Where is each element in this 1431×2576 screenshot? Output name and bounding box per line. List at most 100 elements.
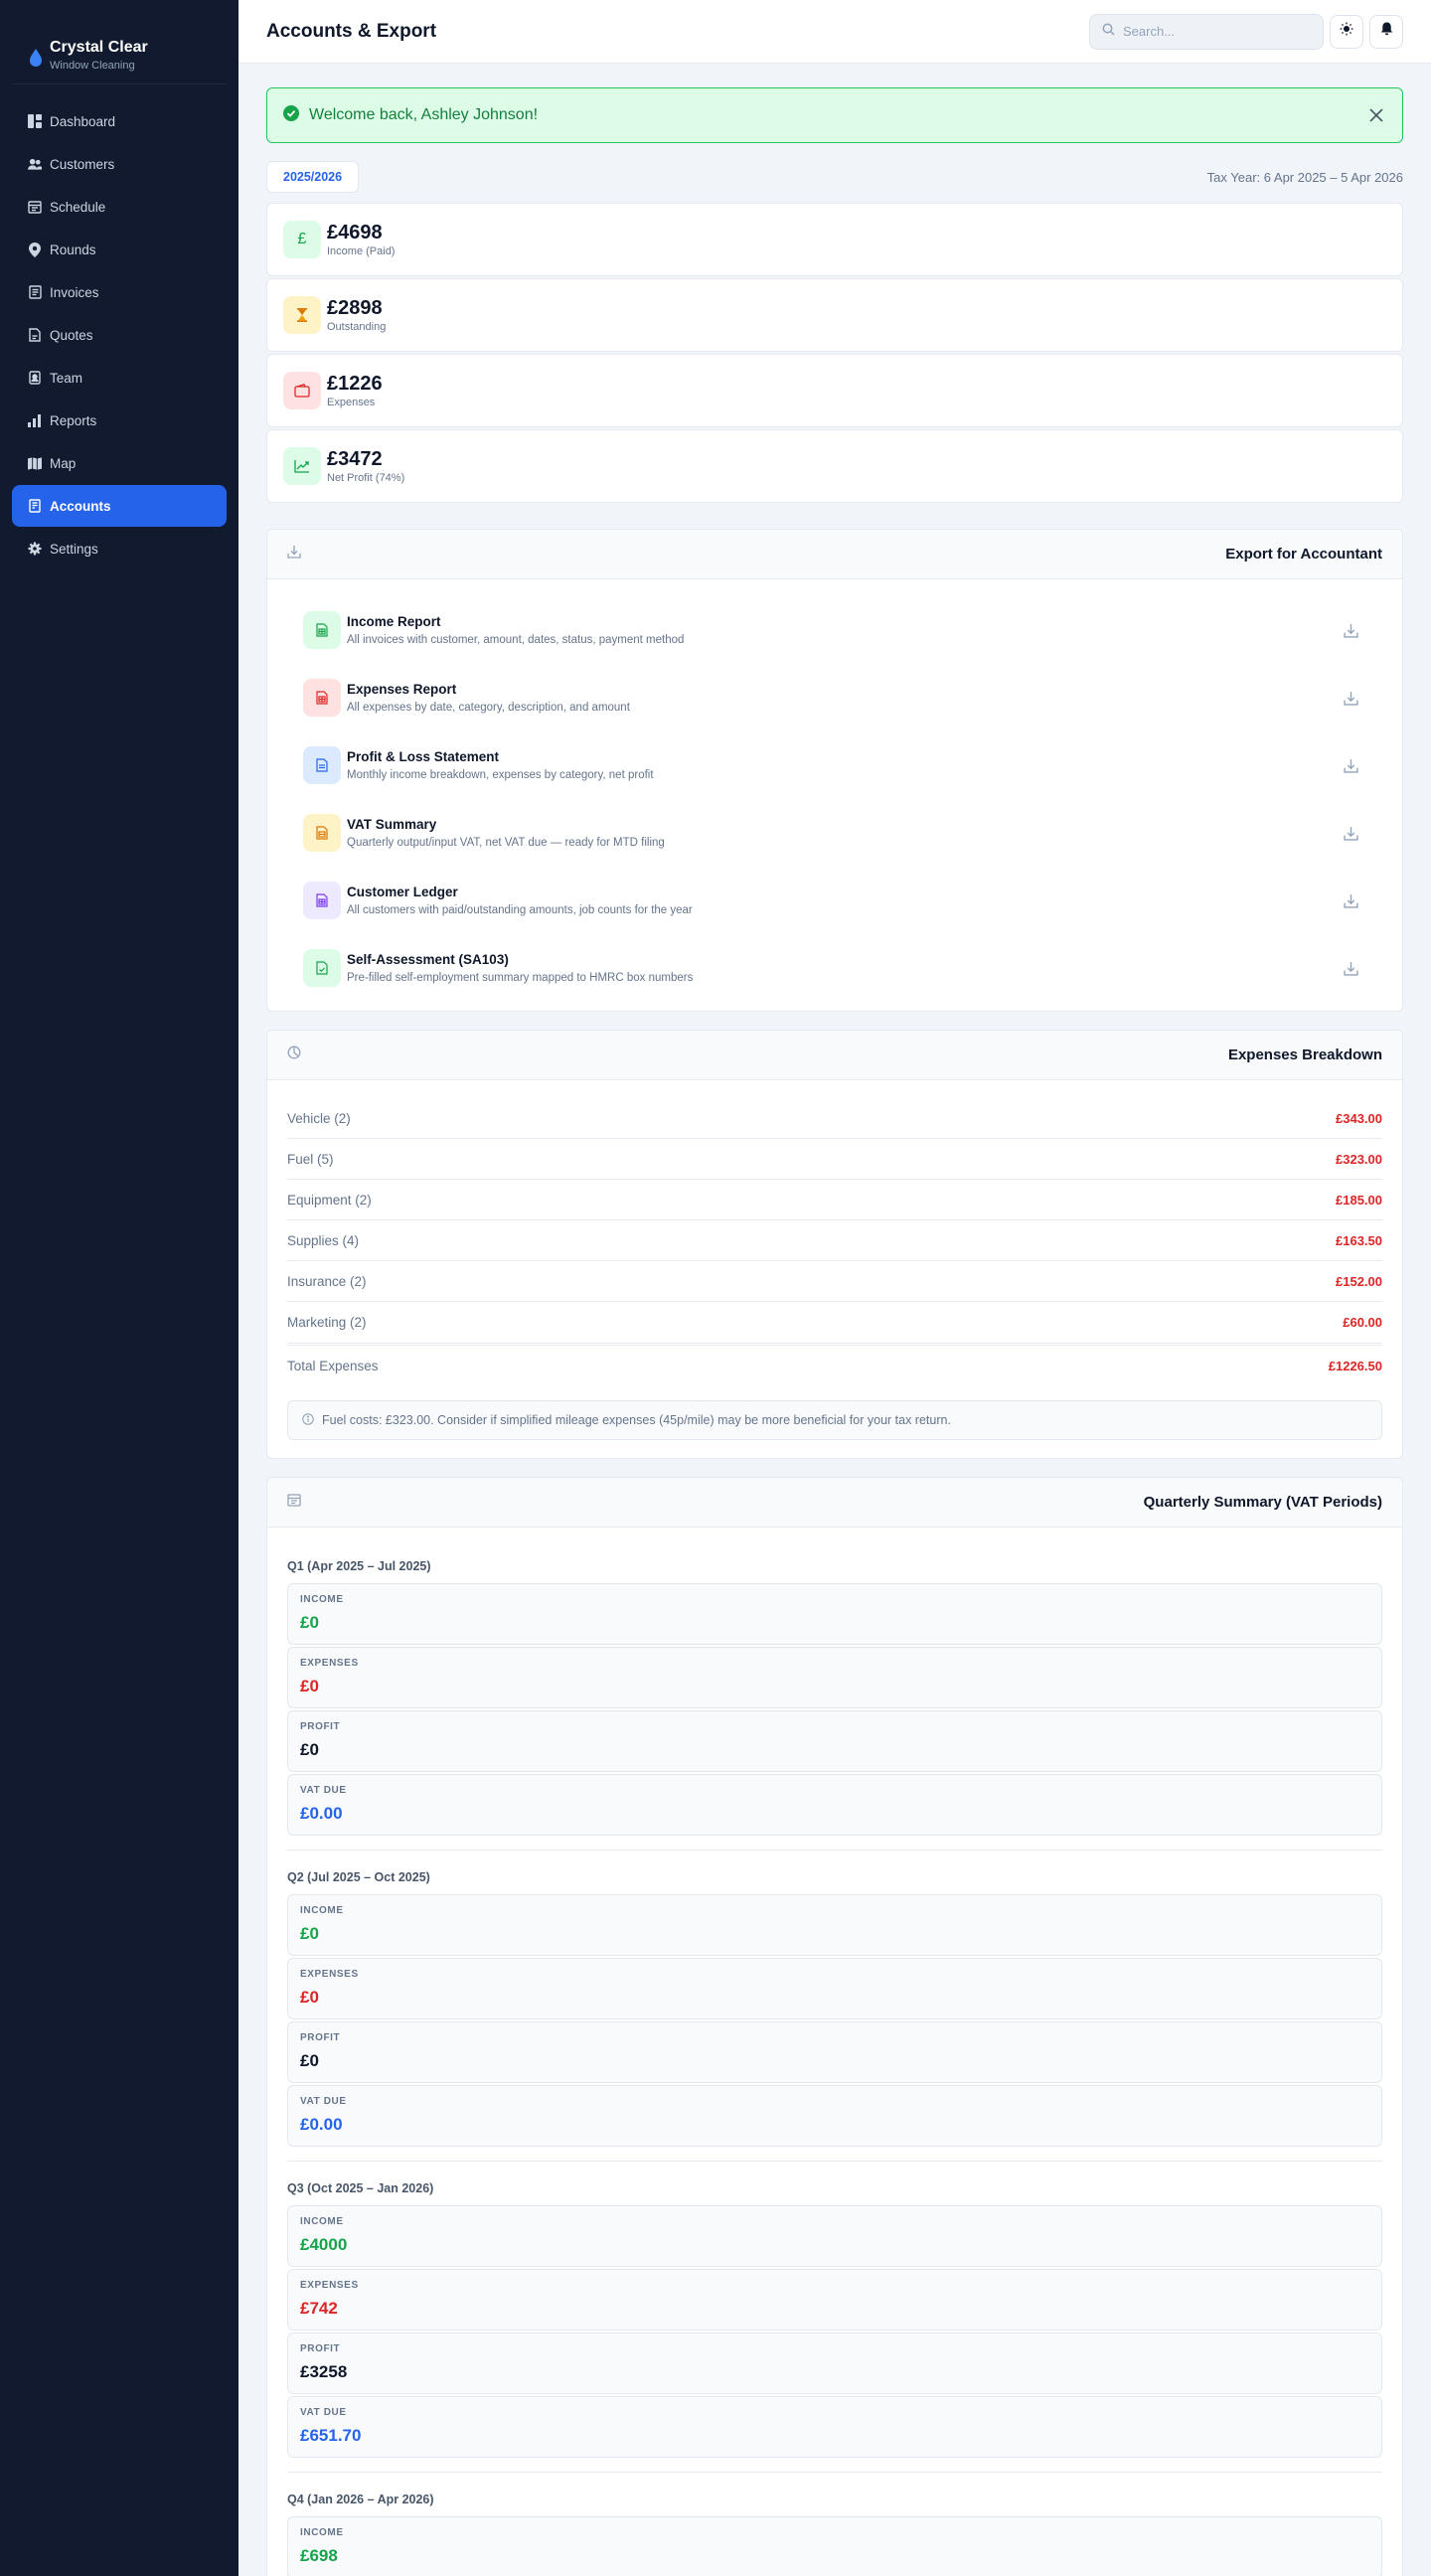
download-icon[interactable] [1339, 956, 1362, 980]
download-icon[interactable] [1339, 618, 1362, 642]
tab-year-2025-2026[interactable]: 2025/2026 [266, 161, 360, 193]
notifications-button[interactable] [1369, 14, 1403, 49]
expenses-label: EXPENSES [300, 2280, 359, 2291]
bar-chart-icon [28, 413, 42, 427]
map-pin-icon [28, 242, 42, 257]
export-item-title: VAT Summary [347, 817, 437, 832]
main-content: Welcome back, Ashley Johnson! 2025/2026 … [266, 87, 1403, 2576]
export-item-self-assessment[interactable]: Self-Assessment (SA103) Pre-filled self-… [303, 937, 1366, 1005]
stat-label: Income (Paid) [327, 245, 396, 257]
sidebar: Crystal Clear Window Cleaning Dashboard … [0, 0, 238, 2576]
sidebar-item-label: Quotes [50, 327, 93, 343]
export-item-desc: Quarterly output/input VAT, net VAT due … [347, 837, 665, 849]
download-icon[interactable] [1339, 821, 1362, 845]
expense-row: Fuel (5) £323.00 [287, 1139, 1382, 1180]
expenses-total-amount: £1226.50 [1328, 1359, 1382, 1373]
expense-amount: £343.00 [1336, 1110, 1382, 1126]
ledger-file-icon [303, 882, 341, 919]
vat-label: VAT DUE [300, 1785, 347, 1796]
search-input[interactable] [1123, 24, 1302, 39]
export-item-vat-summary[interactable]: VAT Summary Quarterly output/input VAT, … [303, 802, 1366, 870]
sidebar-item-dashboard[interactable]: Dashboard [12, 100, 227, 142]
expenses-card: Expenses Breakdown Vehicle (2) £343.00 Fu… [266, 1030, 1403, 1459]
quarter-section-q2: Q2 (Jul 2025 – Oct 2025) INCOME £0 EXPENS… [287, 1851, 1382, 2162]
spreadsheet-file-icon [303, 611, 341, 649]
expense-category: Vehicle (2) [287, 1110, 351, 1126]
export-item-customer-ledger[interactable]: Customer Ledger All customers with paid/… [303, 870, 1366, 937]
quarterly-card: Quarterly Summary (VAT Periods) Q1 (Apr … [266, 1477, 1403, 2576]
quarter-expenses-box: EXPENSES £0 [287, 1958, 1382, 2019]
quarter-title: Q2 (Jul 2025 – Oct 2025) [287, 1870, 430, 1884]
sidebar-item-quotes[interactable]: Quotes [12, 314, 227, 356]
quarter-vat-box: VAT DUE £651.70 [287, 2396, 1382, 2458]
tax-year-row: 2025/2026 Tax Year: 6 Apr 2025 – 5 Apr 2… [266, 161, 1403, 193]
profit-value: £3258 [300, 2362, 348, 2381]
expense-row: Marketing (2) £60.00 [287, 1302, 1382, 1343]
sidebar-item-label: Accounts [50, 498, 111, 514]
trend-up-icon [283, 447, 321, 485]
header-actions [1089, 13, 1403, 50]
income-label: INCOME [300, 1905, 344, 1916]
quarter-section-q3: Q3 (Oct 2025 – Jan 2026) INCOME £4000 EXP… [287, 2162, 1382, 2473]
expense-category: Fuel (5) [287, 1151, 334, 1167]
export-item-title: Income Report [347, 614, 441, 629]
download-icon[interactable] [1339, 753, 1362, 777]
stat-label: Net Profit (74%) [327, 472, 405, 484]
quarter-expenses-box: EXPENSES £0 [287, 1647, 1382, 1708]
quarter-income-box: INCOME £0 [287, 1583, 1382, 1645]
quarterly-title: Quarterly Summary (VAT Periods) [1143, 1494, 1382, 1511]
stat-value: £4698 [327, 222, 383, 243]
expense-category: Supplies (4) [287, 1232, 360, 1248]
vat-value: £0.00 [300, 2115, 343, 2134]
bell-icon [1380, 22, 1393, 41]
card-header: Export for Accountant [267, 530, 1402, 579]
sidebar-item-invoices[interactable]: Invoices [12, 271, 227, 313]
search-box[interactable] [1089, 13, 1324, 50]
export-item-expenses-report[interactable]: Expenses Report All expenses by date, ca… [303, 667, 1366, 734]
export-item-desc: All invoices with customer, amount, date… [347, 634, 685, 646]
income-label: INCOME [300, 1594, 344, 1605]
quarter-expenses-box: EXPENSES £742 [287, 2269, 1382, 2331]
export-item-desc: Pre-filled self-employment summary mappe… [347, 972, 694, 984]
brand[interactable]: Crystal Clear Window Cleaning [0, 0, 238, 83]
sidebar-item-rounds[interactable]: Rounds [12, 229, 227, 270]
export-item-profit-loss[interactable]: Profit & Loss Statement Monthly income b… [303, 734, 1366, 802]
export-item-title: Expenses Report [347, 682, 457, 697]
quarter-profit-box: PROFIT £0 [287, 1710, 1382, 1772]
download-icon[interactable] [1339, 686, 1362, 710]
expense-row: Supplies (4) £163.50 [287, 1220, 1382, 1261]
quarter-vat-box: VAT DUE £0.00 [287, 2085, 1382, 2147]
alert-message: Welcome back, Ashley Johnson! [309, 106, 539, 123]
income-value: £698 [300, 2546, 338, 2565]
quarter-profit-box: PROFIT £0 [287, 2021, 1382, 2083]
download-icon[interactable] [1339, 888, 1362, 912]
expenses-value: £0 [300, 1677, 319, 1695]
quarter-vat-box: VAT DUE £0.00 [287, 1774, 1382, 1836]
close-icon[interactable] [1366, 105, 1386, 125]
sidebar-item-customers[interactable]: Customers [12, 143, 227, 185]
sidebar-item-team[interactable]: Team [12, 357, 227, 399]
stats-list: £ £4698 Income (Paid) £2898 Outstanding … [266, 203, 1403, 503]
expense-category: Equipment (2) [287, 1192, 372, 1208]
sidebar-item-map[interactable]: Map [12, 442, 227, 484]
sidebar-item-accounts[interactable]: Accounts [12, 485, 227, 527]
expense-amount: £163.50 [1336, 1232, 1382, 1248]
quarter-profit-box: PROFIT £3258 [287, 2333, 1382, 2394]
sidebar-item-settings[interactable]: Settings [12, 528, 227, 569]
welcome-alert: Welcome back, Ashley Johnson! [266, 87, 1403, 143]
export-list: Income Report All invoices with customer… [267, 579, 1402, 1011]
sidebar-item-label: Invoices [50, 284, 99, 300]
expenses-total-label: Total Expenses [287, 1359, 379, 1373]
income-value: £0 [300, 1924, 319, 1943]
expenses-label: EXPENSES [300, 1969, 359, 1980]
profit-label: PROFIT [300, 1721, 341, 1732]
theme-toggle-button[interactable] [1330, 14, 1363, 49]
vat-label: VAT DUE [300, 2407, 347, 2418]
sidebar-item-label: Rounds [50, 242, 96, 257]
export-item-income-report[interactable]: Income Report All invoices with customer… [303, 599, 1366, 667]
page-title: Accounts & Export [266, 20, 437, 42]
calendar-icon [287, 1493, 301, 1512]
quarter-income-box: INCOME £4000 [287, 2205, 1382, 2267]
sidebar-item-reports[interactable]: Reports [12, 400, 227, 441]
sidebar-item-schedule[interactable]: Schedule [12, 186, 227, 228]
